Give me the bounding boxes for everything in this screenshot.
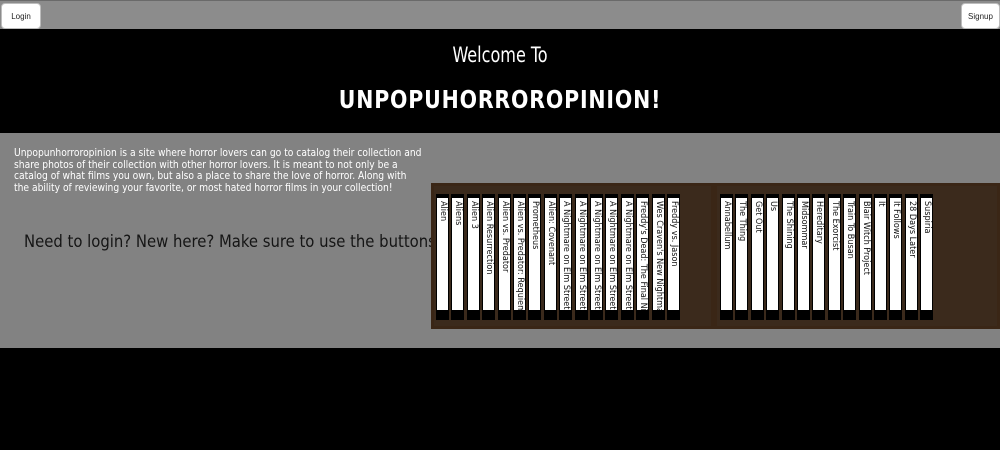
welcome-heading: Welcome To (452, 43, 548, 67)
book-spine[interactable]: A Nightmare on Elm Street 2: Freddy's Re… (574, 194, 588, 320)
book-spine[interactable]: Aliens (451, 194, 465, 320)
book-spine[interactable]: A Nightmare on Elm Street (559, 194, 573, 320)
book-title: The Exorcist (829, 201, 840, 251)
book-title: Aliens (453, 201, 464, 226)
shelf-right-inner: Annabellum The Thing Get Out Us The Shining M… (717, 186, 997, 326)
hero-banner: Welcome To UNPOPUHORROROPINION! (0, 29, 1000, 133)
book-spine[interactable]: Prometheus (528, 194, 542, 320)
book-spine[interactable]: Annabellum (720, 194, 733, 320)
call-to-action: Need to login? New here? Make sure to us… (24, 232, 493, 251)
book-title: Alien vs. Predator (499, 201, 510, 273)
book-spine[interactable]: Freddy's Dead: The Final Nightmare (636, 194, 650, 320)
book-spine[interactable]: Hereditary (812, 194, 826, 320)
book-title: Wes Craven's New Nightmare (653, 201, 664, 320)
book-spine[interactable]: Alien: Covenant (543, 194, 557, 320)
book-spine[interactable]: Alien vs. Predator (497, 194, 511, 320)
login-button[interactable]: Login (1, 3, 41, 29)
book-title: Alien Resurrection (484, 201, 495, 275)
book-title: A Nightmare on Elm Street 3: Dream Warri… (592, 201, 602, 320)
book-title: Get Out (752, 201, 763, 233)
book-title: Prometheus (530, 201, 541, 250)
book-title: Blair Witch Project (860, 201, 871, 275)
book-spine[interactable]: Alien (436, 194, 449, 320)
book-title: Alien (438, 201, 448, 222)
book-spine[interactable]: Suspiria (920, 194, 934, 320)
book-spine[interactable]: A Nightmare on Elm Street 4: The Dream M… (605, 194, 619, 320)
book-spine[interactable]: Wes Craven's New Nightmare (651, 194, 665, 320)
book-spine[interactable]: The Shining (781, 194, 795, 320)
book-title: Suspiria (922, 201, 933, 234)
book-title: Alien 3 (468, 201, 479, 229)
book-title: Annabellum (722, 201, 732, 250)
book-spine[interactable]: Alien 3 (466, 194, 480, 320)
book-spine[interactable]: It Follows (889, 194, 903, 320)
book-title: A Nightmare on Elm Street 2: Freddy's Re… (576, 201, 587, 320)
bookshelf-right: Annabellum The Thing Get Out Us The Shining M… (714, 183, 1000, 329)
book-spine[interactable]: 28 Days Later (904, 194, 918, 320)
bookshelf-left: Alien Aliens Alien 3 Alien Resurrection Alie… (431, 183, 714, 329)
book-title: Alien: Covenant (545, 201, 556, 266)
book-title: It (876, 201, 886, 207)
book-spine[interactable]: Us (766, 194, 780, 320)
book-title: Alien vs. Predator: Requiem (515, 201, 525, 314)
book-spine[interactable]: Alien Resurrection (482, 194, 496, 320)
book-spine[interactable]: A Nightmare on Elm Street 3: Dream Warri… (590, 194, 603, 320)
book-spine[interactable]: Train To Busan (843, 194, 857, 320)
about-text: Unpopunhorroropinion is a site where hor… (14, 148, 422, 194)
book-title: A Nightmare on Elm Street (561, 201, 572, 310)
main-content: Unpopunhorroropinion is a site where hor… (0, 133, 1000, 348)
book-spine[interactable]: The Thing (735, 194, 749, 320)
book-title: The Shining (783, 201, 794, 249)
book-spine[interactable]: The Exorcist (827, 194, 841, 320)
book-spine[interactable]: Freddy vs. Jason (667, 194, 680, 320)
book-title: Hereditary (814, 201, 825, 244)
shelf-left-inner: Alien Aliens Alien 3 Alien Resurrection Alie… (434, 186, 711, 326)
book-title: A Nightmare on Elm Street 4: The Dream M… (607, 201, 618, 320)
book-spine[interactable]: Midsommar (797, 194, 810, 320)
book-title: The Thing (737, 201, 748, 242)
book-spine[interactable]: Get Out (750, 194, 764, 320)
book-title: It Follows (891, 201, 902, 239)
top-bar: Login Signup (0, 0, 1000, 29)
book-spine[interactable]: It (874, 194, 887, 320)
book-title: Freddy vs. Jason (669, 201, 679, 267)
signup-button[interactable]: Signup (961, 3, 1000, 29)
book-title: Midsommar (799, 201, 809, 249)
book-spine[interactable]: Blair Witch Project (858, 194, 872, 320)
book-spine[interactable]: Alien vs. Predator: Requiem (513, 194, 526, 320)
book-title: Train To Busan (845, 201, 856, 259)
book-title: Us (768, 201, 779, 212)
book-title: Freddy's Dead: The Final Nightmare (638, 201, 649, 320)
book-title: 28 Days Later (906, 201, 917, 258)
book-title: A Nightmare on Elm Street 5: The Dream C… (622, 201, 633, 320)
site-title: UNPOPUHORROROPINION! (338, 85, 662, 114)
book-spine[interactable]: A Nightmare on Elm Street 5: The Dream C… (620, 194, 634, 320)
